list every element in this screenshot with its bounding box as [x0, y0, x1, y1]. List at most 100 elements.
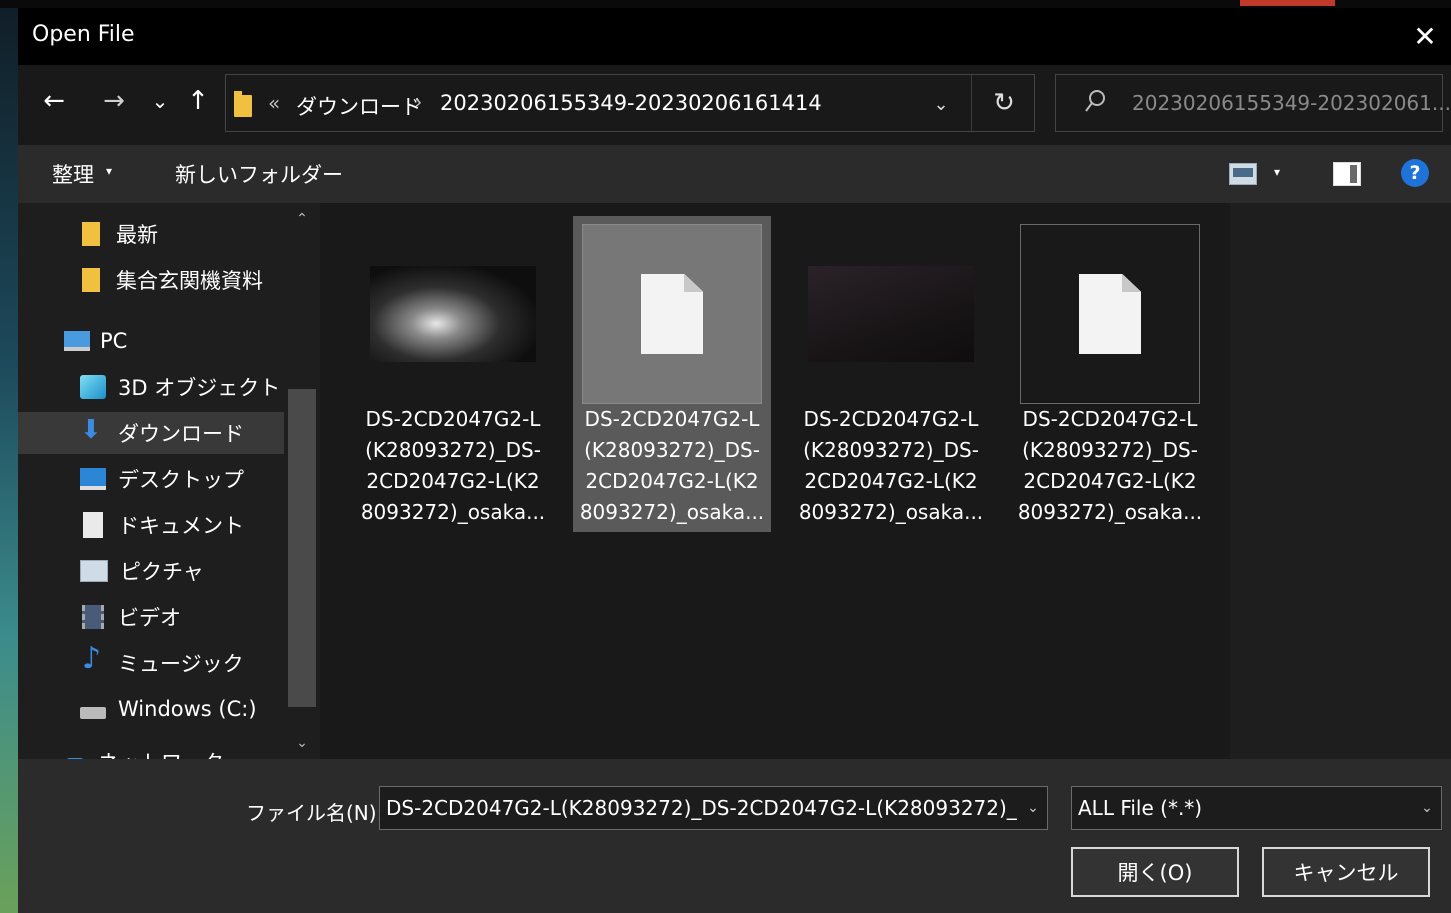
address-bar[interactable]: « ダウンロード › 20230206155349-20230206161414… [225, 74, 1035, 132]
recent-locations-button[interactable]: ⌄ [140, 79, 180, 123]
sidebar-item-music[interactable]: ミュージック [80, 641, 244, 684]
forward-button[interactable]: → [94, 79, 134, 123]
sidebar-item-desktop[interactable]: デスクトップ [80, 458, 244, 500]
forward-arrow-icon: → [103, 86, 125, 116]
sidebar-item-label: ピクチャ [120, 560, 204, 584]
folder-icon [82, 268, 100, 292]
sidebar-item-documents[interactable]: ドキュメント [80, 504, 244, 546]
file-name-line: 8093272)_osaka... [1017, 500, 1203, 524]
file-thumbnail [363, 224, 543, 404]
file-list[interactable]: DS-2CD2047G2-L (K28093272)_DS- 2CD2047G2… [320, 203, 1230, 759]
video-icon [82, 605, 104, 629]
close-icon: ✕ [1413, 20, 1437, 53]
filetype-dropdown[interactable]: ⌄ [1413, 787, 1441, 829]
back-button[interactable]: ← [34, 79, 74, 123]
file-name-line: 8093272)_osaka... [360, 500, 546, 524]
help-icon[interactable]: ? [1401, 159, 1429, 187]
search-box[interactable]: 20230206155349-202302061... [1055, 74, 1451, 132]
sidebar-item-recent[interactable]: 最新 [78, 213, 158, 255]
breadcrumb-overflow-icon[interactable]: « [268, 91, 280, 115]
camera-snapshot-thumbnail [370, 266, 536, 362]
file-name-line: DS-2CD2047G2-L [365, 407, 541, 431]
preview-pane [1230, 203, 1451, 759]
file-name-line: (K28093272)_DS- [365, 438, 541, 462]
scroll-down-button[interactable]: ⌄ [288, 731, 316, 755]
sidebar-item-3d-objects[interactable]: 3D オブジェクト [80, 366, 280, 408]
sidebar-item-videos[interactable]: ビデオ [80, 596, 181, 638]
file-name-line: (K28093272)_DS- [1022, 438, 1198, 462]
breadcrumb-separator-icon[interactable]: › [414, 90, 422, 114]
sidebar-item-pictures[interactable]: ピクチャ [80, 550, 204, 592]
file-name-line: 2CD2047G2-L(K2 [366, 469, 540, 493]
sidebar-item-label: ミュージック [118, 652, 244, 676]
filetype-select[interactable]: ALL File (*.*) ⌄ [1071, 786, 1442, 830]
refresh-icon: ↻ [993, 88, 1015, 118]
navigation-bar: ← → ⌄ ↑ « ダウンロード › 20230206155349-202302… [18, 65, 1451, 145]
sidebar-item-label: Windows (C:) [118, 697, 257, 721]
sidebar-item-label: 3D オブジェクト [118, 376, 281, 400]
preview-pane-icon[interactable] [1333, 162, 1361, 186]
filename-history-dropdown[interactable]: ⌄ [1019, 787, 1047, 829]
command-toolbar: 整理 ▾ 新しいフォルダー ▾ ? [18, 145, 1451, 203]
chevron-down-icon: ⌄ [933, 93, 949, 115]
sidebar-item-label: ドキュメント [118, 514, 244, 538]
file-name-line: (K28093272)_DS- [584, 438, 760, 462]
organize-caret-icon[interactable]: ▾ [106, 164, 112, 178]
sidebar-item-label: ネットワーク [98, 747, 224, 759]
address-history-dropdown[interactable]: ⌄ [926, 89, 956, 119]
file-name-line: 2CD2047G2-L(K2 [585, 469, 759, 493]
sidebar-item-pc[interactable]: PC [64, 320, 127, 362]
view-options-caret-icon[interactable]: ▾ [1274, 165, 1280, 179]
search-placeholder: 20230206155349-202302061... [1132, 91, 1451, 115]
chevron-down-icon: ⌄ [151, 89, 169, 113]
file-name-line: 2CD2047G2-L(K2 [804, 469, 978, 493]
background-accent-line [1240, 0, 1335, 6]
sidebar-item-entrance-docs[interactable]: 集合玄関機資料 [78, 259, 263, 301]
folder-icon [82, 222, 100, 246]
file-item[interactable]: DS-2CD2047G2-L (K28093272)_DS- 2CD2047G2… [792, 216, 990, 532]
organize-button[interactable]: 整理 [52, 159, 94, 189]
file-name-line: DS-2CD2047G2-L [1022, 407, 1198, 431]
open-button[interactable]: 開く(O) [1071, 847, 1239, 897]
navigation-pane: 最新 集合玄関機資料 PC 3D オブジェクト ダウンロード デスクトップ ドキ… [18, 203, 320, 759]
music-icon [80, 641, 106, 676]
file-item[interactable]: DS-2CD2047G2-L (K28093272)_DS- 2CD2047G2… [1011, 216, 1209, 532]
3d-objects-icon [80, 375, 106, 399]
document-icon [83, 512, 103, 538]
help-label: ? [1409, 162, 1421, 184]
sidebar-item-label: ビデオ [118, 606, 181, 630]
sidebar-item-label: ダウンロード [118, 422, 244, 446]
scrollbar-thumb[interactable] [288, 389, 316, 707]
sidebar-item-network[interactable]: ネットワーク [64, 741, 224, 759]
filetype-value: ALL File (*.*) [1078, 796, 1203, 820]
scroll-up-button[interactable]: ⌃ [288, 207, 316, 231]
pc-icon [64, 331, 90, 351]
camera-snapshot-thumbnail [808, 266, 974, 362]
refresh-button[interactable]: ↻ [986, 87, 1022, 119]
dialog-title: Open File [32, 22, 135, 47]
chevron-up-icon: ⌃ [296, 211, 308, 227]
breadcrumb-downloads[interactable]: ダウンロード [296, 91, 422, 121]
filename-value[interactable]: DS-2CD2047G2-L(K28093272)_DS-2CD2047G2-L… [386, 796, 1017, 820]
new-folder-button[interactable]: 新しいフォルダー [175, 159, 343, 189]
file-name-line: (K28093272)_DS- [803, 438, 979, 462]
sidebar-item-windows-c[interactable]: Windows (C:) [80, 688, 257, 730]
up-button[interactable]: ↑ [178, 79, 218, 123]
chevron-down-icon: ⌄ [1027, 800, 1039, 816]
file-item-selected[interactable]: DS-2CD2047G2-L (K28093272)_DS- 2CD2047G2… [573, 216, 771, 532]
breadcrumb-current-folder[interactable]: 20230206155349-20230206161414 [440, 91, 822, 115]
change-view-icon[interactable] [1229, 163, 1257, 185]
back-arrow-icon: ← [43, 86, 65, 116]
sidebar-item-label: 集合玄関機資料 [116, 269, 263, 293]
sidebar-scrollbar[interactable]: ⌃ ⌄ [288, 203, 316, 759]
chevron-down-icon: ⌄ [296, 735, 308, 751]
file-name: DS-2CD2047G2-L (K28093272)_DS- 2CD2047G2… [573, 404, 771, 528]
filename-input[interactable]: DS-2CD2047G2-L(K28093272)_DS-2CD2047G2-L… [379, 786, 1048, 830]
close-button[interactable]: ✕ [1399, 8, 1451, 65]
file-item[interactable]: DS-2CD2047G2-L (K28093272)_DS- 2CD2047G2… [354, 216, 552, 532]
file-name-line: 8093272)_osaka... [579, 500, 765, 524]
sidebar-item-downloads[interactable]: ダウンロード [18, 412, 284, 454]
cancel-button[interactable]: キャンセル [1262, 847, 1430, 897]
file-name-line: 8093272)_osaka... [798, 500, 984, 524]
sidebar-item-label: PC [100, 329, 128, 353]
